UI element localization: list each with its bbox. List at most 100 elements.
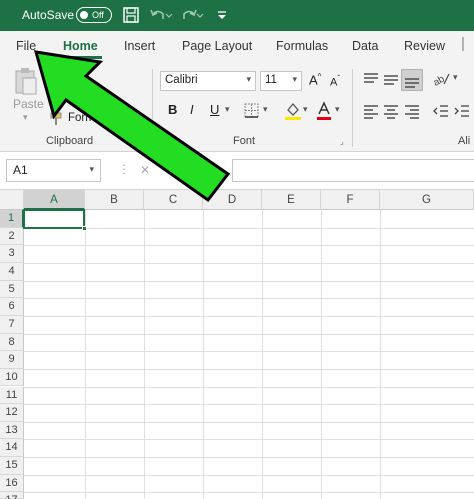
decrease-indent-icon[interactable] [432,103,450,119]
name-box[interactable]: A1 ▾ [6,159,101,182]
copy-icon[interactable] [50,91,66,105]
cancel-entry-icon[interactable]: ✕ [140,163,150,177]
row-header[interactable]: 11 [0,386,24,405]
align-middle-icon[interactable] [382,71,400,87]
column-header[interactable]: E [262,190,321,210]
column-header[interactable]: C [144,190,203,210]
orientation-icon[interactable]: ab [431,70,452,89]
enter-entry-icon[interactable]: ✓ [174,163,184,177]
row-header[interactable]: 4 [0,262,24,281]
row-header[interactable]: 17 [0,492,24,499]
column-header[interactable]: D [203,190,262,210]
grid-line [203,210,204,499]
tab-data[interactable]: Data [352,39,378,53]
paste-label[interactable]: Paste [13,97,44,111]
tab-file[interactable]: File [16,39,36,53]
tab-page-layout[interactable]: Page Layout [182,39,252,53]
align-right-icon[interactable] [403,103,421,119]
tab-formulas[interactable]: Formulas [276,39,328,53]
row-header[interactable]: 14 [0,439,24,458]
row-header[interactable]: 6 [0,298,24,316]
bold-button[interactable]: B [168,102,177,117]
paste-icon[interactable] [14,67,38,97]
name-box-value: A1 [13,163,28,177]
font-color-icon[interactable] [316,101,332,121]
column-header[interactable]: A [24,190,85,210]
column-header[interactable]: F [321,190,380,210]
grid-line [24,351,474,353]
row-header[interactable]: 7 [0,315,24,334]
font-name-select[interactable]: Calibri ▾ [160,71,256,91]
group-separator [352,69,353,147]
row-header[interactable]: 10 [0,368,24,387]
grow-font-label: A [309,72,318,88]
row-header[interactable]: 1 [0,210,24,228]
chevron-down-icon: ▾ [89,164,94,174]
worksheet-grid: A B C D E F G 1 2 3 4 5 6 7 8 9 10 11 12… [0,190,474,499]
svg-text:ab: ab [432,73,447,88]
borders-icon[interactable] [243,102,261,120]
grid-line [24,404,474,406]
tab-home[interactable]: Home [63,39,98,53]
save-icon[interactable] [122,6,140,24]
font-size-value: 11 [265,74,277,86]
autosave-toggle[interactable]: Off [76,7,112,23]
row-header[interactable]: 9 [0,351,24,369]
align-center-icon[interactable] [382,103,400,119]
formula-options-icon[interactable]: ⋮ [118,162,130,176]
chevron-down-icon[interactable]: ▾ [225,104,230,115]
formula-input[interactable] [232,159,474,182]
title-bar: AutoSave Off [0,0,474,31]
chevron-down-icon: ▾ [292,74,297,84]
fill-color-icon[interactable] [284,101,302,121]
font-size-select[interactable]: 11 ▾ [260,71,302,91]
font-name-value: Calibri [165,74,198,86]
row-header[interactable]: 5 [0,280,24,299]
tab-insert[interactable]: Insert [124,39,155,53]
row-header[interactable]: 12 [0,404,24,422]
grid-line [24,439,474,441]
underline-button[interactable]: U [210,102,219,117]
row-header[interactable]: 13 [0,421,24,440]
insert-function-icon[interactable]: fx [206,161,215,177]
column-header[interactable]: G [380,190,474,210]
italic-button[interactable]: I [190,102,194,117]
paste-dropdown-icon[interactable]: ▾ [23,112,28,123]
cut-icon[interactable] [50,69,66,83]
chevron-down-icon[interactable]: ▾ [453,72,458,83]
formula-bar: A1 ▾ ⋮ ✕ ✓ fx [0,152,474,190]
grid-line [380,210,381,499]
fill-handle[interactable] [82,226,87,231]
grid-line [24,492,474,494]
active-cell-a1[interactable] [23,209,85,229]
select-all-corner[interactable] [0,190,24,210]
row-header[interactable]: 3 [0,245,24,263]
row-header[interactable]: 2 [0,227,24,246]
active-tab-indicator [62,56,102,59]
chevron-down-icon[interactable]: ▾ [263,104,268,115]
align-left-icon[interactable] [362,103,380,119]
grid-line [321,210,322,499]
row-header[interactable]: 15 [0,457,24,475]
align-bottom-icon[interactable] [401,69,423,91]
font-dialog-launcher-icon[interactable]: ⌟ [340,137,344,146]
grow-font-button[interactable]: A^ [309,72,321,87]
customize-icon[interactable] [216,6,228,24]
grid-line [24,227,474,229]
undo-dropdown-icon[interactable] [164,6,174,24]
column-header[interactable]: B [85,190,144,210]
toggle-knob [80,11,88,19]
increase-indent-icon[interactable] [453,103,471,119]
format-painter-icon[interactable] [50,112,66,126]
shrink-font-button[interactable]: Aˇ [330,74,340,89]
grid-line [85,210,86,499]
tab-review[interactable]: Review [404,39,445,53]
grid-line [24,474,474,476]
row-header[interactable]: 16 [0,474,24,493]
redo-dropdown-icon[interactable] [195,6,205,24]
chevron-down-icon[interactable]: ▾ [335,104,340,115]
format-painter-label[interactable]: Format Painter [68,112,144,124]
align-top-icon[interactable] [362,71,380,87]
row-header[interactable]: 8 [0,333,24,352]
chevron-down-icon[interactable]: ▾ [303,104,308,115]
